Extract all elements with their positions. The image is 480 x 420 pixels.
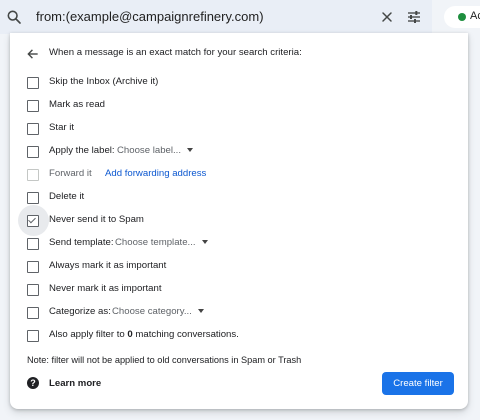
caret-down-icon (197, 309, 204, 314)
checkbox[interactable] (27, 77, 39, 89)
close-icon[interactable] (379, 9, 395, 25)
category-dropdown[interactable]: Choose category... (112, 306, 204, 317)
option-forward[interactable]: Forward it Add forwarding address (10, 165, 468, 185)
checkbox[interactable] (27, 215, 39, 227)
option-categorize[interactable]: Categorize as: Choose category... (10, 303, 468, 323)
checkbox[interactable] (27, 284, 39, 296)
also-apply-prefix: Also apply filter to (49, 329, 128, 340)
option-label: Star it (49, 122, 75, 133)
checkbox[interactable] (27, 169, 39, 181)
option-delete[interactable]: Delete it (10, 188, 468, 208)
option-label: Apply the label: (49, 145, 115, 156)
search-bar[interactable]: from:(example@campaignrefinery.com) (0, 0, 432, 34)
learn-more-link[interactable]: Learn more (49, 378, 101, 389)
option-label: Never mark it as important (49, 283, 162, 294)
checkbox[interactable] (27, 123, 39, 135)
criteria-header: When a message is an exact match for you… (49, 47, 302, 58)
tune-icon[interactable] (405, 9, 423, 25)
template-dropdown[interactable]: Choose template... (115, 237, 208, 248)
option-label: Also apply filter to 0 matching conversa… (49, 329, 239, 340)
option-also-apply[interactable]: Also apply filter to 0 matching conversa… (10, 326, 468, 346)
option-apply-label[interactable]: Apply the label: Choose label... (10, 142, 468, 162)
dropdown-value: Choose label... (117, 145, 181, 156)
checkbox[interactable] (27, 146, 39, 158)
dropdown-value: Choose category... (112, 306, 192, 317)
status-dot (458, 13, 466, 21)
search-input[interactable]: from:(example@campaignrefinery.com) (36, 9, 264, 24)
checkbox[interactable] (27, 192, 39, 204)
option-label: Forward it (49, 168, 92, 179)
option-label: Delete it (49, 191, 85, 202)
also-apply-suffix: matching conversations. (132, 329, 239, 340)
status-chip[interactable]: Ac (444, 6, 480, 28)
caret-down-icon (187, 148, 193, 153)
filter-panel: When a message is an exact match for you… (10, 33, 468, 409)
back-arrow-icon[interactable] (26, 47, 40, 61)
option-skip-inbox[interactable]: Skip the Inbox (Archive it) (10, 73, 468, 93)
option-label: Skip the Inbox (Archive it) (49, 76, 159, 87)
option-always-important[interactable]: Always mark it as important (10, 257, 468, 277)
option-never-spam[interactable]: Never send it to Spam (10, 205, 468, 236)
dropdown-value: Choose template... (115, 237, 196, 248)
checkbox[interactable] (27, 307, 39, 319)
option-send-template[interactable]: Send template: Choose template... (10, 234, 468, 254)
filter-note: Note: filter will not be applied to old … (27, 355, 302, 365)
search-icon[interactable] (6, 9, 22, 25)
status-text: Ac (470, 10, 480, 22)
checkbox[interactable] (27, 330, 39, 342)
help-icon[interactable]: ? (27, 377, 39, 389)
option-label: Always mark it as important (49, 260, 167, 271)
checkbox[interactable] (27, 100, 39, 112)
option-label: Categorize as: (49, 306, 111, 317)
checkbox[interactable] (27, 261, 39, 273)
option-label: Never send it to Spam (49, 214, 144, 225)
option-mark-read[interactable]: Mark as read (10, 96, 468, 116)
checkbox[interactable] (27, 238, 39, 250)
option-label: Mark as read (49, 99, 105, 110)
option-never-important[interactable]: Never mark it as important (10, 280, 468, 300)
option-label: Send template: (49, 237, 114, 248)
option-star[interactable]: Star it (10, 119, 468, 139)
label-dropdown[interactable]: Choose label... (117, 145, 193, 156)
caret-down-icon (201, 240, 208, 245)
create-filter-button[interactable]: Create filter (382, 372, 454, 395)
add-forwarding-link[interactable]: Add forwarding address (105, 168, 206, 179)
